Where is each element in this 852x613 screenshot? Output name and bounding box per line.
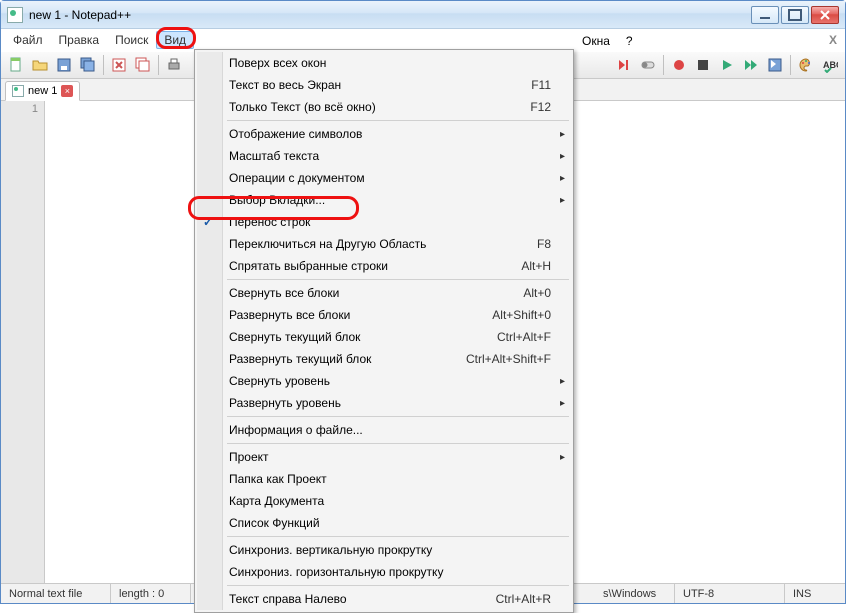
menubar: Файл Правка Поиск Вид X <box>1 29 845 51</box>
tab-label: new 1 <box>28 85 57 97</box>
minimize-button[interactable] <box>751 6 779 24</box>
status-length: length : 0 <box>111 584 191 603</box>
menu-uncollapse-level[interactable]: Развернуть уровень▸ <box>197 392 571 414</box>
menu-help[interactable]: ? <box>620 34 639 48</box>
menu-full-screen[interactable]: Текст во весь ЭкранF11 <box>197 74 571 96</box>
status-filetype: Normal text file <box>1 584 111 603</box>
menu-hide-lines[interactable]: Спрятать выбранные строкиAlt+H <box>197 255 571 277</box>
maximize-button[interactable] <box>781 6 809 24</box>
menu-folder-workspace[interactable]: Папка как Проект <box>197 468 571 490</box>
menu-move-clone[interactable]: Операции с документом▸ <box>197 167 571 189</box>
menubar-right: Окна ? <box>576 34 639 48</box>
playback-icon[interactable] <box>613 54 635 76</box>
save-macro-icon[interactable] <box>764 54 786 76</box>
file-icon <box>12 85 24 97</box>
save-icon[interactable] <box>53 54 75 76</box>
menu-project[interactable]: Проект▸ <box>197 446 571 468</box>
menu-show-symbol[interactable]: Отображение символов▸ <box>197 123 571 145</box>
menu-unfold-all[interactable]: Развернуть все блокиAlt+Shift+0 <box>197 304 571 326</box>
menu-file[interactable]: Файл <box>5 31 51 49</box>
save-all-icon[interactable] <box>77 54 99 76</box>
menu-always-on-top[interactable]: Поверх всех окон <box>197 52 571 74</box>
menubar-close-doc[interactable]: X <box>829 33 837 47</box>
menu-collapse-current[interactable]: Свернуть текущий блокCtrl+Alt+F <box>197 326 571 348</box>
record-macro-icon[interactable] <box>668 54 690 76</box>
menu-focus-other[interactable]: Переключиться на Другую ОбластьF8 <box>197 233 571 255</box>
line-number: 1 <box>1 103 38 115</box>
titlebar: new 1 - Notepad++ <box>1 1 845 29</box>
fast-forward-icon[interactable] <box>740 54 762 76</box>
menu-search[interactable]: Поиск <box>107 31 156 49</box>
menu-func-list[interactable]: Список Функций <box>197 512 571 534</box>
check-icon: ✓ <box>203 215 213 229</box>
menu-uncollapse-current[interactable]: Развернуть текущий блокCtrl+Alt+Shift+F <box>197 348 571 370</box>
play-macro-icon[interactable] <box>716 54 738 76</box>
menu-fold-all[interactable]: Свернуть все блокиAlt+0 <box>197 282 571 304</box>
menu-doc-map[interactable]: Карта Документа <box>197 490 571 512</box>
view-menu-dropdown: Поверх всех окон Текст во весь ЭкранF11 … <box>194 49 574 613</box>
menu-post-it[interactable]: Только Текст (во всё окно)F12 <box>197 96 571 118</box>
menu-summary[interactable]: Информация о файле... <box>197 419 571 441</box>
window-title: new 1 - Notepad++ <box>29 8 131 22</box>
tab-close-icon[interactable]: × <box>61 85 73 97</box>
new-file-icon[interactable] <box>5 54 27 76</box>
menu-sync-h[interactable]: Синхрониз. горизонтальную прокрутку <box>197 561 571 583</box>
menu-zoom[interactable]: Масштаб текста▸ <box>197 145 571 167</box>
app-icon <box>7 7 23 23</box>
close-file-icon[interactable] <box>108 54 130 76</box>
status-encoding: UTF-8 <box>675 584 785 603</box>
palette-icon[interactable] <box>795 54 817 76</box>
menu-tab-select[interactable]: Выбор Вкладки...▸ <box>197 189 571 211</box>
line-gutter: 1 <box>1 101 45 583</box>
spellcheck-icon[interactable]: ABC <box>819 54 841 76</box>
print-icon[interactable] <box>163 54 185 76</box>
close-button[interactable] <box>811 6 839 24</box>
status-path: s\Windows <box>595 584 675 603</box>
tab-new1[interactable]: new 1 × <box>5 81 80 101</box>
menu-rtl[interactable]: Текст справа НалевоCtrl+Alt+R <box>197 588 571 610</box>
status-ins: INS <box>785 584 845 603</box>
close-all-icon[interactable] <box>132 54 154 76</box>
menu-sync-v[interactable]: Синхрониз. вертикальную прокрутку <box>197 539 571 561</box>
open-file-icon[interactable] <box>29 54 51 76</box>
toggle-icon[interactable] <box>637 54 659 76</box>
menu-word-wrap[interactable]: ✓Перенос строк <box>197 211 571 233</box>
menu-windows[interactable]: Окна <box>576 34 616 48</box>
menu-edit[interactable]: Правка <box>51 31 108 49</box>
menu-view[interactable]: Вид <box>156 31 194 49</box>
menu-collapse-level[interactable]: Свернуть уровень▸ <box>197 370 571 392</box>
stop-macro-icon[interactable] <box>692 54 714 76</box>
